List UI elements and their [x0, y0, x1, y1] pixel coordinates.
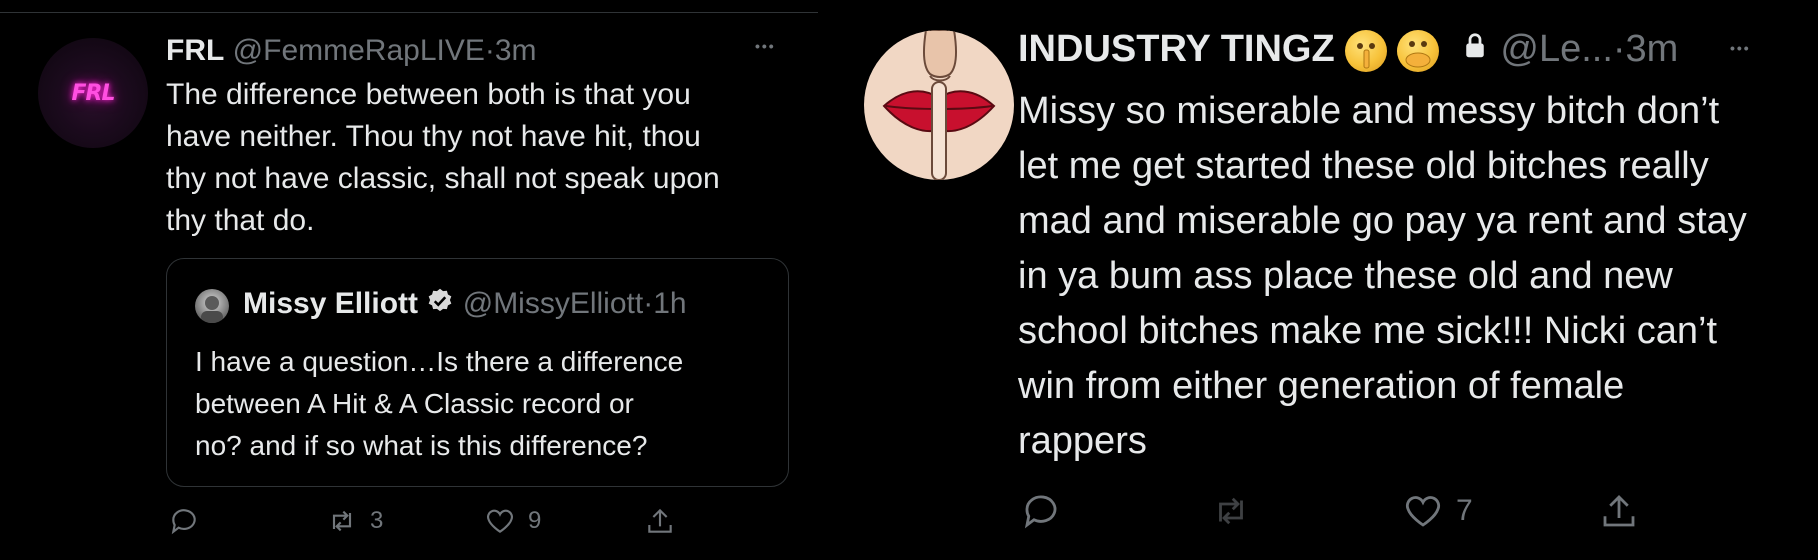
tweet-text: The difference between both is that you …: [166, 74, 720, 242]
retweet-button[interactable]: 3: [326, 505, 383, 537]
separator: ·: [643, 287, 654, 320]
reply-icon: [171, 509, 196, 535]
heart-icon: [1406, 496, 1440, 527]
quote-text-line: no? and if so what is this difference?: [195, 430, 648, 461]
timestamp[interactable]: 3m: [495, 34, 537, 67]
more-options-icon[interactable]: •••: [755, 38, 776, 54]
separator: ·: [1612, 28, 1626, 70]
more-options-icon[interactable]: •••: [1730, 40, 1751, 56]
tweet-text-line: thy not have classic, shall not speak up…: [166, 162, 720, 195]
quote-header: Missy Elliott @MissyElliott·1h: [243, 287, 687, 323]
quote-display-name[interactable]: Missy Elliott: [243, 287, 418, 320]
tweet-text-line: rappers: [1018, 420, 1147, 462]
lock-icon: [1460, 29, 1490, 72]
quoted-tweet[interactable]: Missy Elliott @MissyElliott·1h I have a …: [166, 258, 789, 487]
quote-handle[interactable]: @MissyElliott: [463, 287, 643, 320]
handle[interactable]: @Le...: [1500, 28, 1613, 70]
tweet-text-line: win from either generation of female: [1018, 365, 1625, 407]
avatar-industry-tingz[interactable]: [864, 30, 1014, 180]
like-button[interactable]: 9: [484, 505, 541, 537]
quote-text-line: I have a question…Is there a difference: [195, 346, 684, 377]
like-count: 7: [1456, 494, 1473, 527]
share-button[interactable]: [1598, 490, 1640, 532]
verified-badge-icon: [426, 287, 454, 323]
retweet-button[interactable]: [1210, 490, 1252, 532]
share-button[interactable]: [644, 505, 676, 537]
tweet-text-line: let me get started these old bitches rea…: [1018, 145, 1709, 187]
tweet-industry-tingz: INDUSTRY TINGZ @Le...·3m ••• Missy so mi…: [818, 0, 1818, 560]
tweet-header: FRL @FemmeRapLIVE·3m: [166, 34, 537, 68]
display-name[interactable]: FRL: [166, 34, 224, 67]
share-icon: [1603, 495, 1635, 527]
tweet-text-line: Missy so miserable and messy bitch don’t: [1018, 90, 1720, 132]
handle[interactable]: @FemmeRapLIVE: [233, 34, 485, 67]
tweet-text-line: in ya bum ass place these old and new: [1018, 255, 1673, 297]
tweet-header: INDUSTRY TINGZ @Le...·3m: [1018, 28, 1678, 72]
shushing-face-emoji-icon: [1345, 29, 1388, 72]
retweet-count: 3: [370, 507, 384, 534]
tweet-frl: FRL FRL @FemmeRapLIVE·3m ••• The differe…: [0, 0, 818, 560]
retweet-icon: [1219, 497, 1243, 525]
tweet-text-line: The difference between both is that you: [166, 78, 691, 111]
tweet-text-line: mad and miserable go pay ya rent and sta…: [1018, 200, 1747, 242]
like-count: 9: [528, 507, 542, 534]
display-name[interactable]: INDUSTRY TINGZ: [1018, 28, 1335, 70]
tweet-text-line: thy that do.: [166, 204, 315, 237]
heart-icon: [487, 509, 513, 533]
like-button[interactable]: 7: [1402, 490, 1473, 532]
quote-text: I have a question…Is there a difference …: [195, 341, 683, 467]
reply-icon: [1024, 495, 1057, 529]
avatar-frl[interactable]: FRL: [38, 38, 148, 148]
retweet-icon: [332, 510, 352, 532]
avatar-missy-elliott[interactable]: [195, 289, 229, 323]
timestamp[interactable]: 3m: [1626, 28, 1679, 70]
quote-timestamp[interactable]: 1h: [653, 287, 686, 320]
reply-button[interactable]: [168, 505, 200, 537]
tweet-text: Missy so miserable and messy bitch don’t…: [1018, 84, 1747, 469]
divider: [0, 12, 818, 13]
quote-text-line: between A Hit & A Classic record or: [195, 388, 634, 419]
avatar-logo-text: FRL: [71, 80, 116, 106]
share-icon: [648, 508, 672, 533]
tweet-text-line: school bitches make me sick!!! Nicki can…: [1018, 310, 1718, 352]
tweet-text-line: have neither. Thou thy not have hit, tho…: [166, 120, 701, 153]
hand-over-mouth-emoji-icon: [1397, 29, 1440, 72]
reply-button[interactable]: [1020, 490, 1062, 532]
separator: ·: [484, 34, 495, 67]
